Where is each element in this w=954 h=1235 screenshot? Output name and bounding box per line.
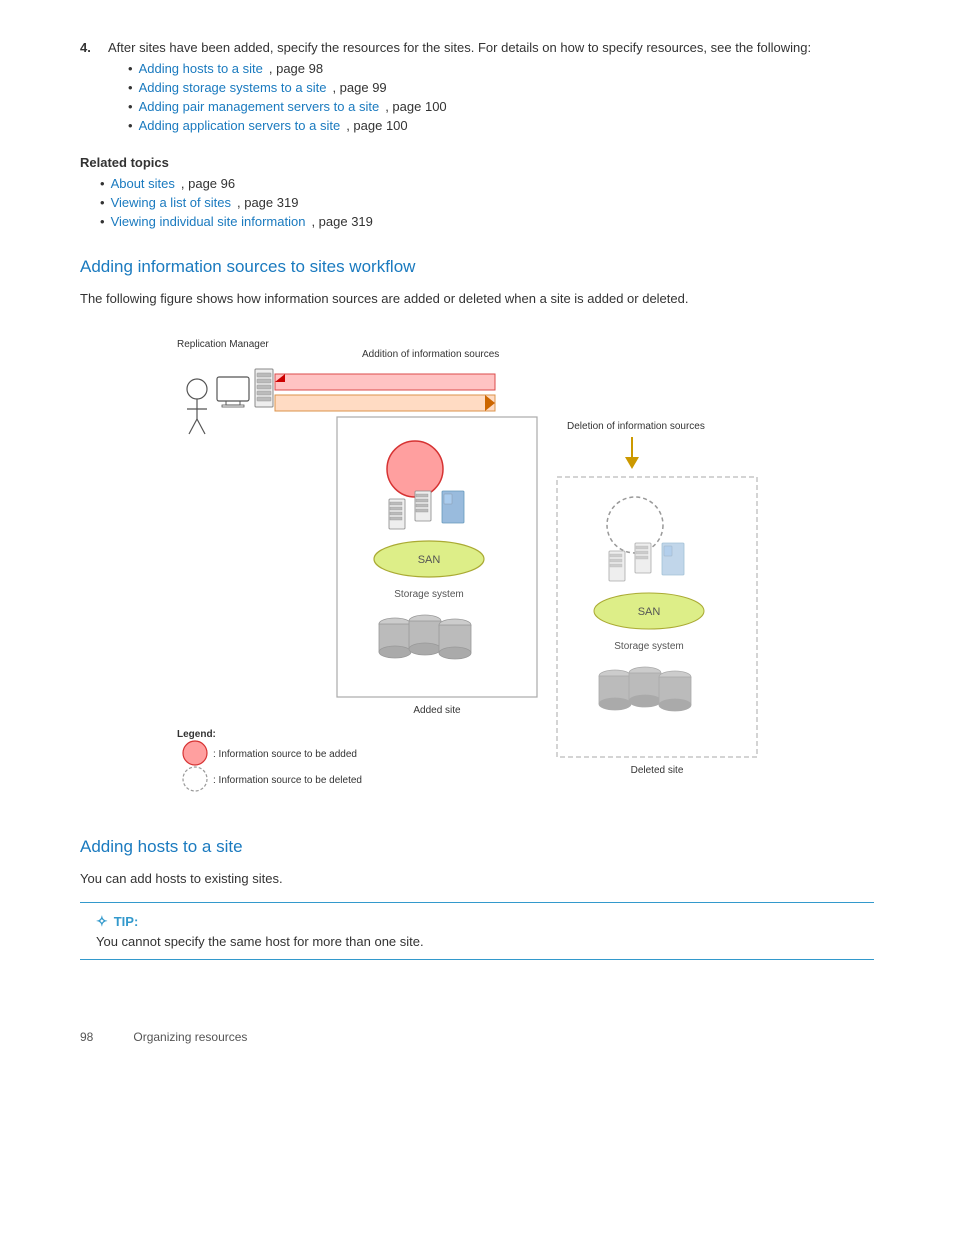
step-content: After sites have been added, specify the… — [108, 40, 874, 139]
rt-1-suffix: , page 96 — [181, 176, 235, 191]
svg-text:Deletion of information source: Deletion of information sources — [567, 421, 705, 432]
diagram-svg: Replication Manager Addition of informat… — [167, 329, 787, 809]
link-viewing-individual[interactable]: Viewing individual site information — [111, 214, 306, 229]
step-number: 4. — [80, 40, 100, 139]
link-about-sites[interactable]: About sites — [111, 176, 175, 191]
bullet-2: Adding storage systems to a site , page 9… — [128, 80, 874, 95]
svg-text:Storage system: Storage system — [614, 641, 683, 652]
link-viewing-list[interactable]: Viewing a list of sites — [111, 195, 231, 210]
tip-label: ✧ TIP: — [96, 913, 858, 930]
link-adding-pair[interactable]: Adding pair management servers to a site — [139, 99, 380, 114]
bullet-1: Adding hosts to a site , page 98 — [128, 61, 874, 76]
bullet-2-suffix: , page 99 — [332, 80, 386, 95]
bullet-1-suffix: , page 98 — [269, 61, 323, 76]
step-bullets: Adding hosts to a site , page 98 Adding s… — [128, 61, 874, 133]
section2-heading: Adding hosts to a site — [80, 837, 874, 857]
rt-3-suffix: , page 319 — [311, 214, 372, 229]
section2-body: You can add hosts to existing sites. — [80, 869, 874, 889]
tip-icon: ✧ — [96, 913, 108, 930]
rt-2-suffix: , page 319 — [237, 195, 298, 210]
svg-text:Deleted site: Deleted site — [631, 765, 684, 776]
section1-body: The following figure shows how informati… — [80, 289, 874, 309]
page-content: 4. After sites have been added, specify … — [0, 0, 954, 1104]
svg-text:Addition of information source: Addition of information sources — [362, 349, 499, 360]
rt-3: Viewing individual site information , pag… — [100, 214, 874, 229]
related-topics: Related topics About sites , page 96 View… — [80, 155, 874, 229]
rt-1: About sites , page 96 — [100, 176, 874, 191]
link-adding-app[interactable]: Adding application servers to a site — [139, 118, 341, 133]
tip-text: You cannot specify the same host for mor… — [96, 934, 858, 949]
tip-title: TIP: — [114, 914, 139, 929]
replication-manager-label: Replication Manager — [177, 339, 269, 350]
svg-text:Legend:: Legend: — [177, 729, 216, 740]
link-adding-storage[interactable]: Adding storage systems to a site — [139, 80, 327, 95]
tip-box: ✧ TIP: You cannot specify the same host … — [80, 902, 874, 960]
link-adding-hosts[interactable]: Adding hosts to a site — [139, 61, 263, 76]
section1-heading: Adding information sources to sites work… — [80, 257, 874, 277]
rt-2: Viewing a list of sites , page 319 — [100, 195, 874, 210]
svg-text:Added site: Added site — [413, 705, 461, 716]
svg-text:: Information source to be add: : Information source to be added — [213, 749, 357, 760]
step-text: After sites have been added, specify the… — [108, 40, 811, 55]
step-4: 4. After sites have been added, specify … — [80, 40, 874, 139]
page-number: 98 — [80, 1030, 93, 1044]
workflow-diagram: Replication Manager Addition of informat… — [80, 329, 874, 809]
bullet-3-suffix: , page 100 — [385, 99, 446, 114]
bullet-4-suffix: , page 100 — [346, 118, 407, 133]
footer-section-title: Organizing resources — [133, 1030, 247, 1044]
svg-text:SAN: SAN — [638, 606, 661, 618]
svg-text:: Information source to be del: : Information source to be deleted — [213, 775, 362, 786]
page-footer: 98 Organizing resources — [80, 1020, 874, 1044]
related-topics-list: About sites , page 96 Viewing a list of s… — [100, 176, 874, 229]
related-topics-title: Related topics — [80, 155, 874, 170]
bullet-4: Adding application servers to a site , pa… — [128, 118, 874, 133]
bullet-3: Adding pair management servers to a site… — [128, 99, 874, 114]
svg-text:Storage system: Storage system — [394, 589, 463, 600]
svg-text:SAN: SAN — [418, 554, 441, 566]
